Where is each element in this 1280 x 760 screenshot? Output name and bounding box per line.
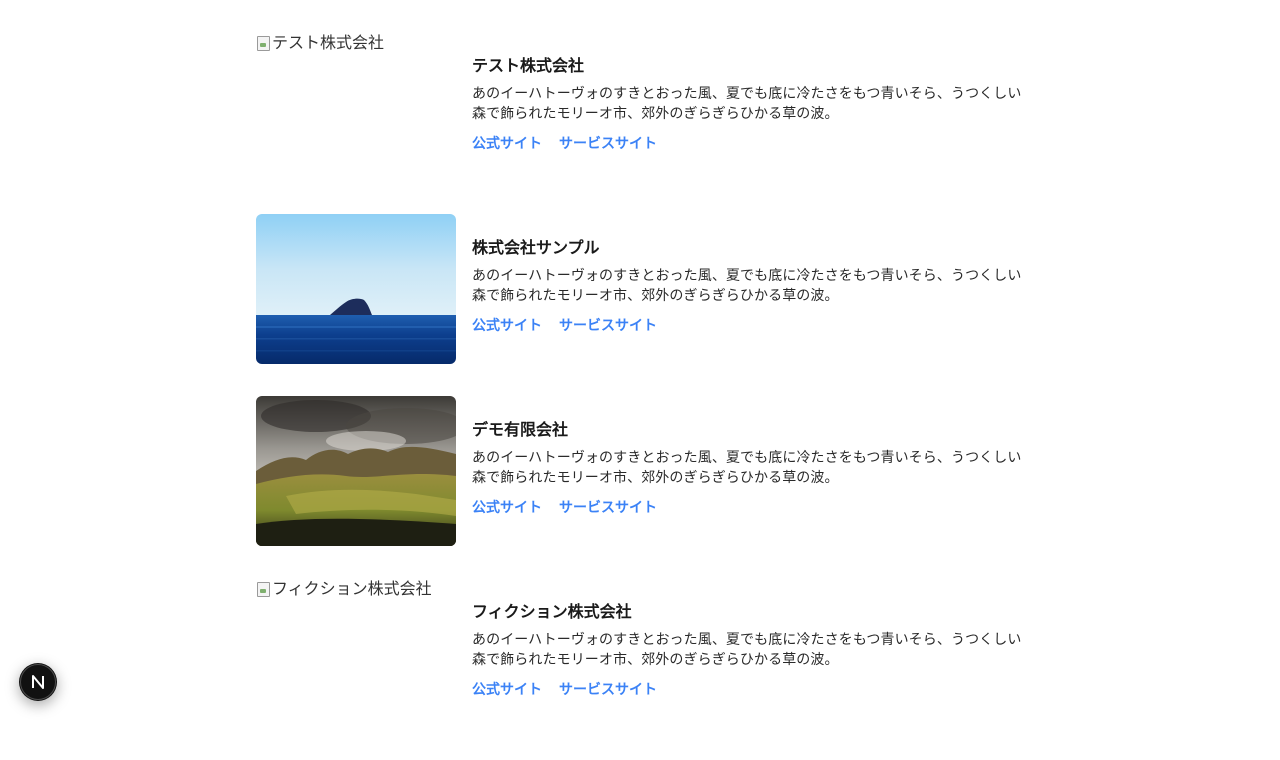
company-name: デモ有限会社	[472, 420, 569, 439]
company-card: テスト株式会社 テスト株式会社 あのイーハトーヴォのすきとおった風、夏でも底に冷…	[256, 32, 1024, 182]
company-links: 公式サイト サービスサイト	[472, 316, 1024, 336]
company-description: あのイーハトーヴォのすきとおった風、夏でも底に冷たさをもつ青いそら、うつくしい森…	[472, 86, 1022, 122]
official-site-link[interactable]: 公式サイト	[472, 680, 542, 700]
company-description: あのイーハトーヴォのすきとおった風、夏でも底に冷たさをもつ青いそら、うつくしい森…	[472, 632, 1022, 668]
service-site-link[interactable]: サービスサイト	[559, 316, 657, 336]
image-alt-text: フィクション株式会社	[272, 579, 432, 598]
company-links: 公式サイト サービスサイト	[472, 498, 1024, 518]
company-name: 株式会社サンプル	[472, 238, 600, 257]
company-image	[256, 214, 456, 364]
company-card: 株式会社サンプル あのイーハトーヴォのすきとおった風、夏でも底に冷たさをもつ青い…	[256, 214, 1024, 364]
service-site-link[interactable]: サービスサイト	[559, 498, 657, 518]
broken-image-icon	[256, 581, 270, 597]
nextjs-dev-indicator-button[interactable]	[19, 663, 57, 701]
service-site-link[interactable]: サービスサイト	[559, 134, 657, 154]
company-description: あのイーハトーヴォのすきとおった風、夏でも底に冷たさをもつ青いそら、うつくしい森…	[472, 450, 1022, 486]
mountain-valley-photo	[256, 396, 456, 546]
sea-rock-photo	[256, 214, 456, 364]
company-image-broken: テスト株式会社	[256, 32, 456, 182]
company-image	[256, 396, 456, 546]
official-site-link[interactable]: 公式サイト	[472, 134, 542, 154]
company-card: デモ有限会社 あのイーハトーヴォのすきとおった風、夏でも底に冷たさをもつ青いそら…	[256, 396, 1024, 546]
company-info: 株式会社サンプル あのイーハトーヴォのすきとおった風、夏でも底に冷たさをもつ青い…	[472, 236, 1024, 336]
image-alt-text: テスト株式会社	[272, 33, 385, 52]
company-info: テスト株式会社 あのイーハトーヴォのすきとおった風、夏でも底に冷たさをもつ青いそ…	[472, 54, 1024, 154]
company-list: テスト株式会社 テスト株式会社 あのイーハトーヴォのすきとおった風、夏でも底に冷…	[256, 32, 1024, 760]
company-name: テスト株式会社	[472, 56, 585, 75]
company-info: デモ有限会社 あのイーハトーヴォのすきとおった風、夏でも底に冷たさをもつ青いそら…	[472, 418, 1024, 518]
company-card: フィクション株式会社 フィクション株式会社 あのイーハトーヴォのすきとおった風、…	[256, 578, 1024, 728]
company-links: 公式サイト サービスサイト	[472, 134, 1024, 154]
company-description: あのイーハトーヴォのすきとおった風、夏でも底に冷たさをもつ青いそら、うつくしい森…	[472, 268, 1022, 304]
company-name: フィクション株式会社	[472, 602, 632, 621]
service-site-link[interactable]: サービスサイト	[559, 680, 657, 700]
company-links: 公式サイト サービスサイト	[472, 680, 1024, 700]
broken-image-icon	[256, 35, 270, 51]
company-image-broken: フィクション株式会社	[256, 578, 456, 728]
company-info: フィクション株式会社 あのイーハトーヴォのすきとおった風、夏でも底に冷たさをもつ…	[472, 600, 1024, 700]
official-site-link[interactable]: 公式サイト	[472, 498, 542, 518]
official-site-link[interactable]: 公式サイト	[472, 316, 542, 336]
